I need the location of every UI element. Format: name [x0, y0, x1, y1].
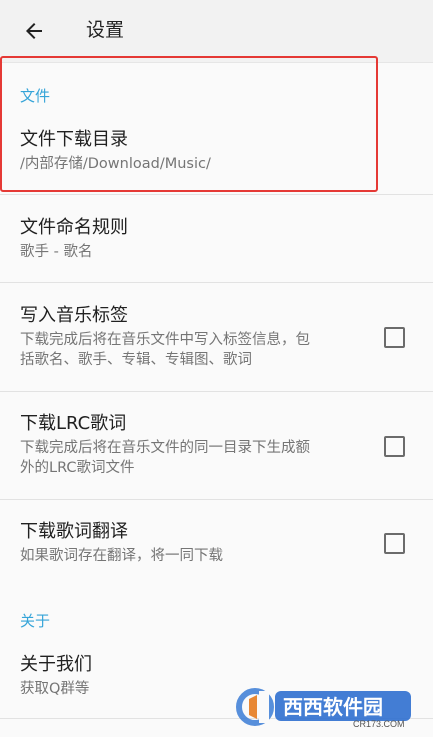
app-toolbar: 设置 [0, 0, 433, 63]
category-file: 文件 [20, 87, 51, 105]
pref-write-tags[interactable]: 写入音乐标签 下载完成后将在音乐文件中写入标签信息，包 括歌名、歌手、专辑、专辑… [0, 283, 433, 392]
watermark-text: 西西软件园 [283, 695, 383, 719]
back-button[interactable] [16, 13, 52, 49]
pref-download-dir-title: 文件下载目录 [20, 129, 128, 150]
pref-naming-rule-summary: 歌手 - 歌名 [20, 244, 93, 260]
watermark-sub: CR173.COM [353, 719, 405, 729]
pref-download-translation-title: 下载歌词翻译 [20, 521, 128, 542]
pref-download-lrc-title: 下载LRC歌词 [20, 413, 127, 434]
download-translation-checkbox[interactable] [384, 533, 405, 554]
pref-download-translation-summary: 如果歌词存在翻译，将一同下载 [20, 548, 223, 564]
pref-download-dir-summary: /内部存储/Download/Music/ [20, 156, 211, 172]
pref-write-tags-summary-2: 括歌名、歌手、专辑、专辑图、歌词 [20, 352, 252, 368]
arrow-left-icon [26, 23, 42, 39]
pref-naming-rule-title: 文件命名规则 [20, 217, 128, 238]
pref-download-translation[interactable]: 下载歌词翻译 如果歌词存在翻译，将一同下载 [0, 500, 433, 582]
pref-download-dir[interactable]: 文件下载目录 /内部存储/Download/Music/ [0, 113, 433, 195]
write-tags-checkbox[interactable] [384, 327, 405, 348]
pref-download-lrc-summary-2: 外的LRC歌词文件 [20, 460, 135, 476]
page-title: 设置 [86, 19, 125, 41]
pref-naming-rule[interactable]: 文件命名规则 歌手 - 歌名 [0, 195, 433, 283]
watermark-logo-icon: 西西软件园 CR173.COM [236, 688, 411, 729]
category-about: 关于 [20, 612, 51, 630]
pref-download-lrc-summary-1: 下载完成后将在音乐文件的同一目录下生成额 [20, 440, 310, 456]
pref-about-us-summary: 获取Q群等 [20, 681, 90, 697]
pref-write-tags-title: 写入音乐标签 [20, 305, 128, 326]
pref-download-lrc[interactable]: 下载LRC歌词 下载完成后将在音乐文件的同一目录下生成额 外的LRC歌词文件 [0, 392, 433, 500]
pref-about-us-title: 关于我们 [20, 654, 92, 675]
download-lrc-checkbox[interactable] [384, 436, 405, 457]
watermark-logo: 西西软件园 CR173.COM [235, 685, 415, 729]
pref-write-tags-summary-1: 下载完成后将在音乐文件中写入标签信息，包 [20, 332, 310, 348]
